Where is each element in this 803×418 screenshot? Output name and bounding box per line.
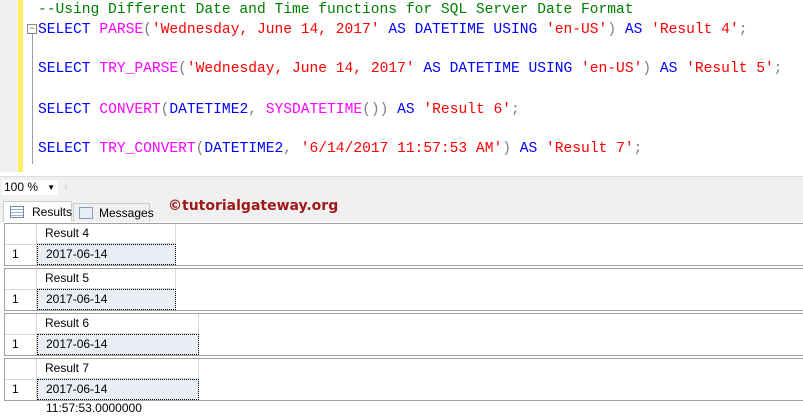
zoom-value: 100 % [4, 180, 39, 194]
type: DATETIME2 [204, 141, 284, 157]
column-header[interactable]: Result 7 [37, 359, 199, 379]
result-cell[interactable]: 2017-06-14 00:00:00.000 [37, 244, 176, 280]
kw: AS [519, 141, 538, 157]
row-number: 1 [12, 247, 19, 261]
result-grid-5[interactable]: Result 5 1 2017-06-14 00:00:00.000 [4, 268, 803, 325]
p: , [283, 141, 293, 157]
kw: SELECT [38, 61, 91, 77]
column-header[interactable]: Result 6 [37, 314, 199, 334]
result-cell[interactable]: 2017-06-14 15:29:54.8002775 [37, 334, 199, 370]
p: ( [143, 22, 152, 38]
alias: 'Result 5' [686, 61, 774, 77]
p: ; [773, 61, 783, 77]
str: 'Wednesday, June 14, 2017' [186, 61, 415, 77]
grid-icon [10, 206, 24, 218]
editor-gutter [0, 0, 18, 172]
str: 'Wednesday, June 14, 2017' [151, 22, 380, 38]
kw: AS [659, 61, 678, 77]
p: ()) [362, 102, 389, 118]
str: '6/14/2017 11:57:53 AM' [300, 141, 503, 157]
chevron-down-icon: ▼ [47, 183, 55, 192]
p: ) [607, 22, 617, 38]
column-header[interactable]: Result 5 [37, 269, 176, 289]
fn: SYSDATETIME [265, 102, 363, 118]
alias: 'Result 6' [423, 102, 511, 118]
kw: AS DATETIME USING [388, 22, 538, 38]
tab-messages[interactable]: Messages [73, 203, 154, 222]
fn: PARSE [99, 22, 144, 38]
messages-icon [79, 207, 93, 219]
row-number: 1 [12, 337, 19, 351]
fold-line [32, 34, 33, 164]
code-line-try-convert: SELECT TRY_CONVERT(DATETIME2, '6/14/2017… [38, 140, 642, 158]
row-number: 1 [12, 382, 19, 396]
kw: AS [397, 102, 415, 118]
watermark: ©tutorialgateway.org [168, 198, 339, 214]
tab-results[interactable]: Results [3, 201, 72, 222]
code-line-parse: SELECT PARSE('Wednesday, June 14, 2017' … [38, 21, 747, 39]
tab-label: Results [32, 205, 73, 219]
kw: SELECT [38, 141, 91, 157]
column-header[interactable]: Result 4 [37, 224, 176, 244]
p: ; [738, 22, 748, 38]
tab-label: Messages [99, 206, 154, 220]
p: , [248, 102, 257, 118]
fn: CONVERT [99, 102, 161, 118]
str: 'en-US' [546, 22, 608, 38]
result-grid-7[interactable]: Result 7 1 2017-06-14 11:57:53.0000000 [4, 358, 803, 415]
sql-editor[interactable]: − --Using Different Date and Time functi… [0, 0, 803, 172]
code-line-convert: SELECT CONVERT(DATETIME2, SYSDATETIME())… [38, 101, 520, 119]
code-comment: --Using Different Date and Time function… [38, 2, 634, 18]
kw: AS DATETIME USING [423, 61, 573, 77]
fn: TRY_CONVERT [99, 141, 196, 157]
alias: 'Result 7' [546, 141, 634, 157]
type: DATETIME2 [169, 102, 249, 118]
change-marker-bar [18, 0, 23, 172]
p: ; [633, 141, 643, 157]
p: ( [178, 61, 187, 77]
fn: TRY_PARSE [99, 61, 179, 77]
p: ) [502, 141, 511, 157]
code-line-try-parse: SELECT TRY_PARSE('Wednesday, June 14, 20… [38, 60, 783, 78]
collapse-icon[interactable]: − [27, 24, 37, 34]
result-cell[interactable]: 2017-06-14 00:00:00.000 [37, 289, 176, 325]
alias: 'Result 4' [651, 22, 739, 38]
p: ) [642, 61, 652, 77]
result-grid-4[interactable]: Result 4 1 2017-06-14 00:00:00.000 [4, 223, 803, 280]
p: ; [511, 102, 520, 118]
kw: AS [624, 22, 643, 38]
scroll-left-icon[interactable]: ‹ [64, 179, 68, 193]
zoom-select[interactable]: 100 % ▼ [2, 180, 58, 195]
result-tabs: Results Messages [0, 198, 803, 222]
kw: SELECT [38, 22, 91, 38]
row-number: 1 [12, 292, 19, 306]
result-grid-6[interactable]: Result 6 1 2017-06-14 15:29:54.8002775 [4, 313, 803, 370]
zoom-bar: 100 % ▼ ‹ [0, 176, 803, 198]
kw: SELECT [38, 102, 91, 118]
str: 'en-US' [581, 61, 643, 77]
result-cell[interactable]: 2017-06-14 11:57:53.0000000 [37, 379, 199, 415]
